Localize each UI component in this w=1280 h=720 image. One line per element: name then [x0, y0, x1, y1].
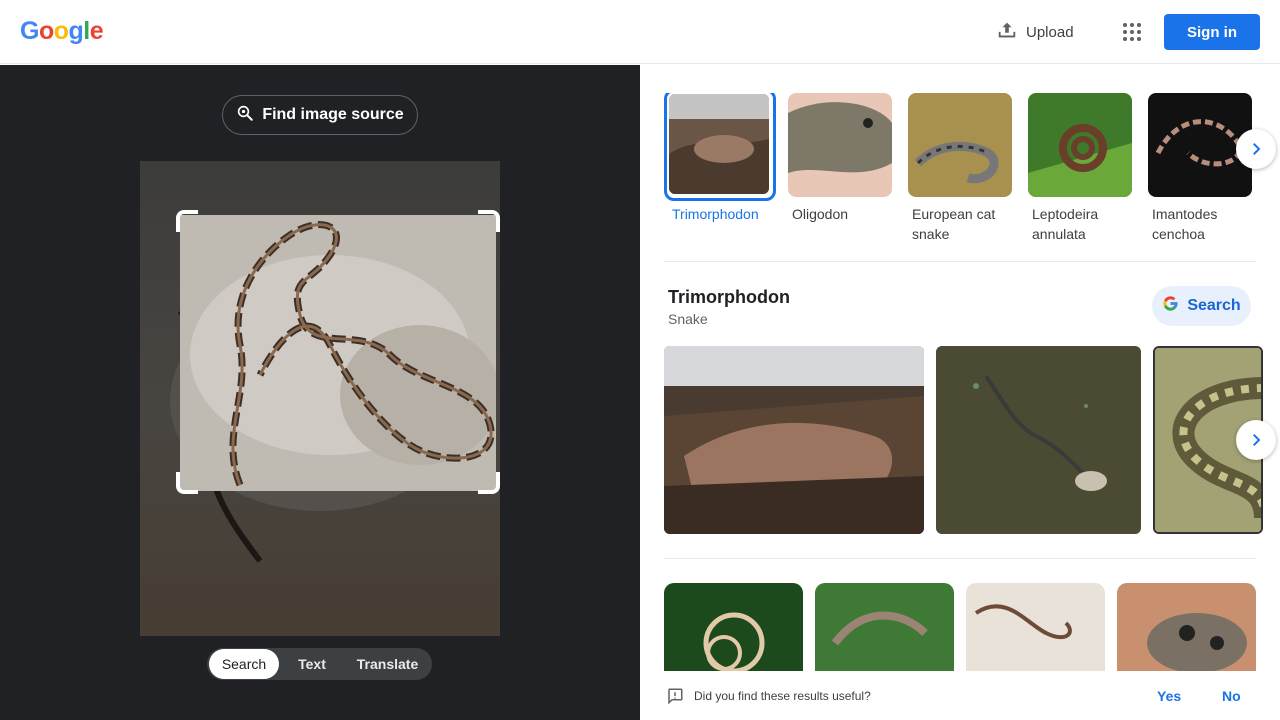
chevron-right-icon — [1253, 143, 1261, 155]
crop-selection[interactable] — [180, 215, 496, 491]
divider — [664, 261, 1256, 262]
match-carousel: Trimorphodon Oligodon European cat snake… — [664, 93, 1256, 253]
google-g-icon — [1162, 295, 1179, 317]
logo-letter: o — [38, 17, 54, 45]
match-item[interactable]: Trimorphodon — [664, 93, 776, 224]
result-image[interactable] — [664, 346, 924, 534]
result-image[interactable] — [936, 346, 1141, 534]
carousel-next-button[interactable] — [1236, 129, 1276, 169]
logo-letter: g — [68, 17, 84, 45]
entity-title: Trimorphodon — [668, 287, 790, 307]
lens-search-icon — [236, 104, 254, 127]
logo-letter: o — [53, 17, 69, 45]
upload-button[interactable]: Upload — [988, 14, 1082, 50]
upload-label: Upload — [1026, 23, 1074, 41]
match-item[interactable]: Imantodes cenchoa — [1148, 93, 1252, 244]
crop-handle-top-left[interactable] — [176, 210, 198, 232]
match-thumbnail — [664, 93, 776, 201]
result-image[interactable] — [664, 583, 803, 683]
feedback-icon — [666, 687, 684, 710]
match-label: European cat snake — [912, 206, 996, 242]
feedback-bar: Did you find these results useful? Yes N… — [640, 671, 1280, 720]
match-label: Trimorphodon — [672, 206, 759, 222]
find-image-source-button[interactable]: Find image source — [222, 95, 418, 135]
match-label: Oligodon — [792, 206, 849, 222]
mode-switcher: Search Text Translate — [207, 648, 432, 680]
image-viewer-pane: Find image source Search Text Translate — [0, 65, 640, 720]
feedback-yes-button[interactable]: Yes — [1157, 688, 1181, 704]
result-image[interactable] — [815, 583, 954, 683]
upload-icon — [996, 19, 1018, 45]
google-logo[interactable]: Google — [20, 17, 104, 46]
find-image-source-label: Find image source — [262, 106, 404, 123]
result-image[interactable] — [966, 583, 1105, 683]
mode-translate-tab[interactable]: Translate — [345, 649, 430, 679]
feedback-no-button[interactable]: No — [1222, 688, 1241, 704]
mode-text-tab[interactable]: Text — [279, 649, 345, 679]
match-item[interactable]: Oligodon — [788, 93, 892, 224]
sign-in-button[interactable]: Sign in — [1164, 14, 1260, 50]
match-label: Imantodes cenchoa — [1152, 206, 1218, 242]
divider — [664, 558, 1256, 559]
entity-search-label: Search — [1187, 297, 1241, 314]
crop-handle-top-right[interactable] — [478, 210, 500, 232]
feedback-question: Did you find these results useful? — [694, 689, 871, 703]
match-thumbnail — [788, 93, 892, 197]
entity-subtitle: Snake — [668, 311, 708, 327]
results-next-button[interactable] — [1236, 420, 1276, 460]
logo-letter: e — [89, 17, 104, 45]
match-label: Leptodeira annulata — [1032, 206, 1099, 242]
match-thumbnail — [908, 93, 1012, 197]
entity-search-button[interactable]: Search — [1152, 286, 1251, 326]
mode-search-tab[interactable]: Search — [209, 649, 279, 679]
result-image[interactable] — [1117, 583, 1256, 683]
chevron-right-icon — [1253, 434, 1261, 446]
crop-handle-bottom-left[interactable] — [176, 472, 198, 494]
match-item[interactable]: European cat snake — [908, 93, 1012, 244]
google-apps-icon[interactable] — [1116, 16, 1148, 48]
crop-handle-bottom-right[interactable] — [478, 472, 500, 494]
match-thumbnail — [1028, 93, 1132, 197]
results-pane: Trimorphodon Oligodon European cat snake… — [640, 65, 1280, 720]
top-bar: Google Upload Sign in — [0, 0, 1280, 64]
match-item[interactable]: Leptodeira annulata — [1028, 93, 1132, 244]
logo-letter: G — [20, 17, 39, 45]
